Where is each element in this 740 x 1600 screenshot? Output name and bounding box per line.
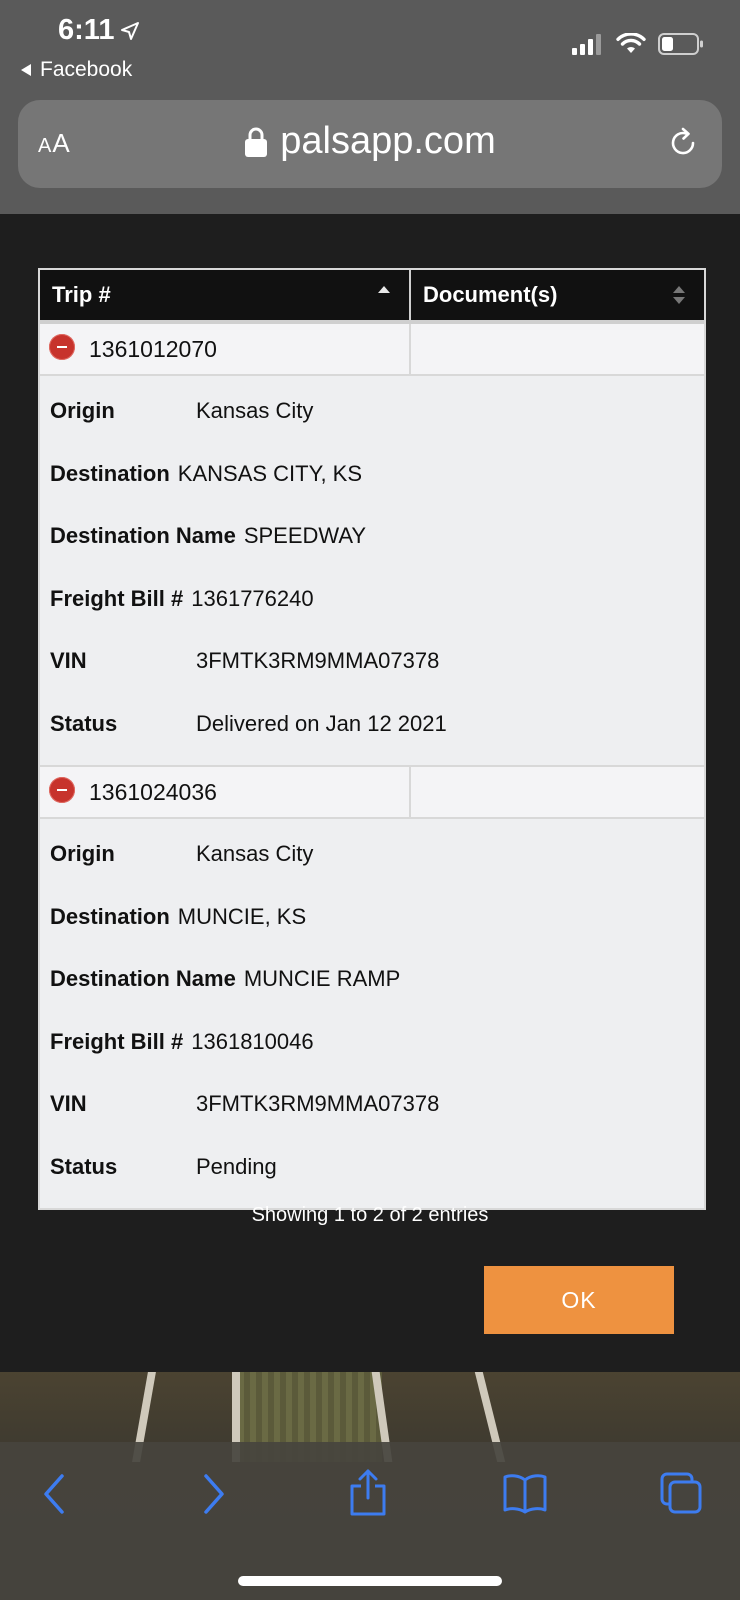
- back-app-label: Facebook: [40, 58, 133, 81]
- trip-details: Origin Kansas City Destination KANSAS CI…: [40, 376, 704, 765]
- browser-top-chrome: 6:11 Facebook AA palsapp.com: [0, 0, 740, 214]
- collapse-minus-icon[interactable]: [49, 777, 75, 803]
- column-header-documents[interactable]: Document(s): [411, 270, 704, 320]
- table-info: Showing 1 to 2 of 2 entries: [251, 1204, 489, 1226]
- detail-vin: VIN 3FMTK3RM9MMA07378: [40, 630, 704, 693]
- status-time-text: 6:11: [58, 14, 115, 46]
- home-indicator: [238, 1576, 502, 1586]
- detail-status: Status Delivered on Jan 12 2021: [40, 693, 704, 756]
- detail-value: Kansas City: [196, 398, 314, 424]
- trip-details: Origin Kansas City Destination MUNCIE, K…: [40, 819, 704, 1208]
- detail-vin: VIN 3FMTK3RM9MMA07378: [40, 1073, 704, 1136]
- detail-label: Status: [50, 710, 118, 736]
- trip-cell: 1361012070: [40, 324, 411, 374]
- detail-value: Delivered on Jan 12 2021: [196, 710, 447, 736]
- detail-value: 1361810046: [191, 1028, 314, 1054]
- forward-icon: [204, 1474, 224, 1514]
- detail-value: 3FMTK3RM9MMA07378: [196, 648, 440, 674]
- status-time: 6:11: [58, 14, 140, 47]
- back-button[interactable]: [40, 1472, 68, 1521]
- detail-label: Origin: [50, 398, 115, 424]
- column-header-trip-label: Trip #: [52, 282, 111, 307]
- trip-number: 1361024036: [89, 778, 217, 805]
- address-bar[interactable]: AA palsapp.com: [18, 100, 722, 188]
- detail-label: Origin: [50, 841, 115, 867]
- tabs-button[interactable]: [660, 1472, 704, 1521]
- lock-icon: [245, 127, 268, 157]
- documents-cell: [411, 767, 704, 817]
- detail-destination: Destination MUNCIE, KS: [40, 886, 704, 949]
- bookmarks-button[interactable]: [502, 1472, 548, 1519]
- share-icon: [350, 1469, 386, 1516]
- detail-label: Status: [50, 1153, 118, 1179]
- reload-button[interactable]: [666, 126, 700, 165]
- detail-value: MUNCIE, KS: [177, 903, 307, 929]
- detail-value: Pending: [196, 1153, 277, 1179]
- documents-cell: [411, 324, 704, 374]
- detail-origin: Origin Kansas City: [40, 823, 704, 886]
- wifi-icon: [616, 33, 646, 53]
- detail-label: Destination: [50, 460, 170, 486]
- detail-label: Freight Bill #: [50, 1028, 184, 1054]
- column-header-documents-label: Document(s): [423, 282, 558, 307]
- url-display[interactable]: palsapp.com: [18, 120, 722, 163]
- detail-freight-bill: Freight Bill # 1361776240: [40, 568, 704, 631]
- share-button[interactable]: [348, 1468, 388, 1521]
- column-header-trip[interactable]: Trip #: [40, 270, 411, 320]
- table-row[interactable]: 1361012070: [40, 324, 704, 376]
- status-icons: [572, 32, 704, 56]
- detail-value: KANSAS CITY, KS: [177, 460, 363, 486]
- location-arrow-icon: [121, 21, 140, 40]
- collapse-minus-icon[interactable]: [49, 334, 75, 360]
- detail-destination-name: Destination Name SPEEDWAY: [40, 505, 704, 568]
- sort-asc-icon: [378, 286, 390, 293]
- detail-label: Freight Bill #: [50, 585, 184, 611]
- detail-destination-name: Destination Name MUNCIE RAMP: [40, 948, 704, 1011]
- page-content: Trip # Document(s) 1361012070 Origin Kan…: [0, 214, 740, 1372]
- signal-icon: [572, 34, 601, 55]
- trips-table: Trip # Document(s) 1361012070 Origin Kan…: [38, 268, 706, 1210]
- detail-label: Destination Name: [50, 523, 236, 549]
- detail-value: SPEEDWAY: [243, 523, 367, 549]
- battery-icon: [658, 33, 703, 55]
- detail-value: MUNCIE RAMP: [243, 966, 401, 992]
- detail-freight-bill: Freight Bill # 1361810046: [40, 1011, 704, 1074]
- back-icon: [44, 1474, 64, 1514]
- sort-both-icon: [673, 286, 685, 304]
- trip-cell: 1361024036: [40, 767, 411, 817]
- detail-value: 1361776240: [191, 585, 314, 611]
- trip-number: 1361012070: [89, 335, 217, 362]
- table-row[interactable]: 1361024036: [40, 765, 704, 819]
- url-text: palsapp.com: [280, 120, 496, 162]
- detail-label: VIN: [50, 1091, 87, 1117]
- detail-destination: Destination KANSAS CITY, KS: [40, 443, 704, 506]
- reload-icon: [671, 127, 695, 155]
- detail-origin: Origin Kansas City: [40, 380, 704, 443]
- back-triangle-icon: [21, 64, 31, 76]
- detail-label: Destination Name: [50, 966, 236, 992]
- bookmarks-icon: [503, 1474, 547, 1514]
- table-header: Trip # Document(s): [40, 270, 704, 324]
- tabs-icon: [660, 1472, 702, 1514]
- detail-label: VIN: [50, 648, 87, 674]
- ok-button[interactable]: OK: [484, 1266, 674, 1334]
- detail-status: Status Pending: [40, 1136, 704, 1199]
- detail-value: 3FMTK3RM9MMA07378: [196, 1091, 440, 1117]
- detail-label: Destination: [50, 903, 170, 929]
- back-to-app-link[interactable]: Facebook: [20, 58, 132, 82]
- forward-button[interactable]: [200, 1472, 228, 1521]
- detail-value: Kansas City: [196, 841, 314, 867]
